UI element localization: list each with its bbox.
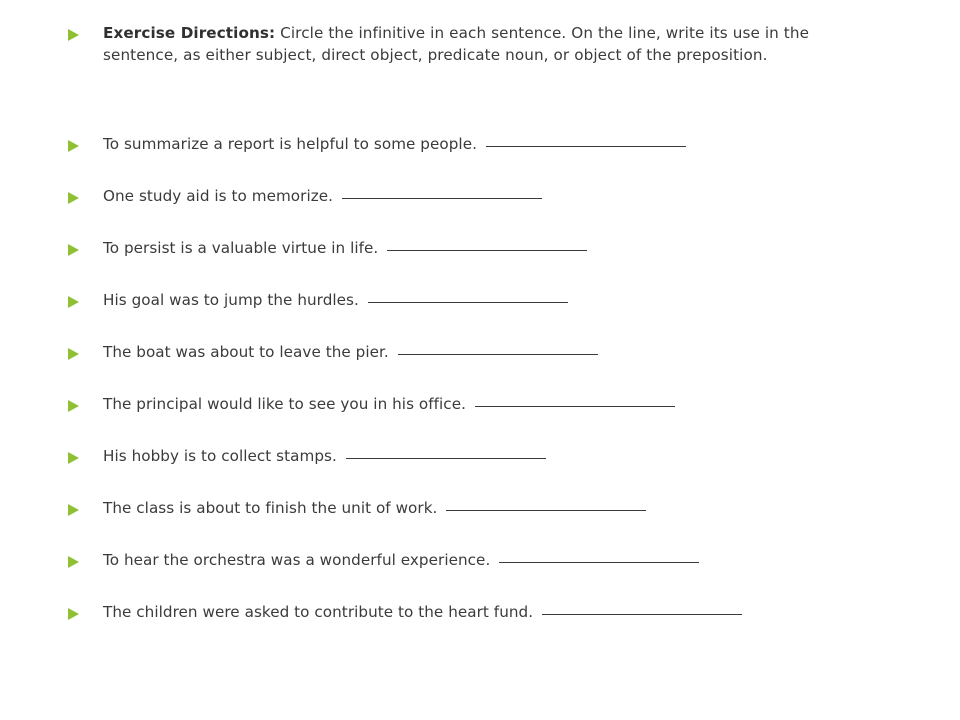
exercise-sentence: One study aid is to memorize. [103, 187, 334, 205]
exercise-sentence: His hobby is to collect stamps. [103, 447, 337, 465]
exercise-sentence: The children were asked to contribute to… [103, 603, 534, 621]
answer-blank[interactable] [485, 146, 686, 147]
answer-blank[interactable] [342, 198, 543, 199]
directions-label: Exercise Directions: [103, 24, 276, 42]
exercise-directions: Exercise Directions: Circle the infiniti… [103, 22, 863, 67]
exercise-sentence: The boat was about to leave the pier. [103, 343, 389, 361]
exercise-item: One study aid is to memorize. [103, 185, 923, 207]
exercise-item: His goal was to jump the hurdles. [103, 289, 923, 311]
answer-blank[interactable] [397, 354, 598, 355]
triangle-bullet-icon [68, 348, 79, 360]
triangle-bullet-icon [68, 192, 79, 204]
exercise-item: To persist is a valuable virtue in life. [103, 237, 923, 259]
triangle-bullet-icon [68, 400, 79, 412]
answer-blank[interactable] [474, 406, 675, 407]
triangle-bullet-icon [68, 452, 79, 464]
triangle-bullet-icon [68, 244, 79, 256]
exercise-item: The class is about to finish the unit of… [103, 497, 923, 519]
exercise-sentence: The principal would like to see you in h… [103, 395, 466, 413]
exercise-item: The boat was about to leave the pier. [103, 341, 923, 363]
exercise-item: The children were asked to contribute to… [103, 601, 923, 623]
answer-blank[interactable] [499, 562, 700, 563]
exercise-sentence: To summarize a report is helpful to some… [103, 135, 477, 153]
exercise-sentence: The class is about to finish the unit of… [103, 499, 438, 517]
triangle-bullet-icon [68, 296, 79, 308]
answer-blank[interactable] [387, 250, 588, 251]
exercise-sentence: To persist is a valuable virtue in life. [103, 239, 379, 257]
exercise-item: To hear the orchestra was a wonderful ex… [103, 549, 923, 571]
exercise-sentence: His goal was to jump the hurdles. [103, 291, 359, 309]
triangle-bullet-icon [68, 504, 79, 516]
triangle-bullet-icon [68, 140, 79, 152]
exercise-item: The principal would like to see you in h… [103, 393, 923, 415]
answer-blank[interactable] [345, 458, 546, 459]
answer-blank[interactable] [367, 302, 568, 303]
exercise-item: To summarize a report is helpful to some… [103, 133, 923, 155]
answer-blank[interactable] [542, 614, 743, 615]
exercise-sentence: To hear the orchestra was a wonderful ex… [103, 551, 491, 569]
triangle-bullet-icon [68, 608, 79, 620]
worksheet-page: Exercise Directions: Circle the infiniti… [0, 0, 960, 720]
triangle-bullet-icon [68, 29, 79, 41]
triangle-bullet-icon [68, 556, 79, 568]
answer-blank[interactable] [446, 510, 647, 511]
exercise-item: His hobby is to collect stamps. [103, 445, 923, 467]
